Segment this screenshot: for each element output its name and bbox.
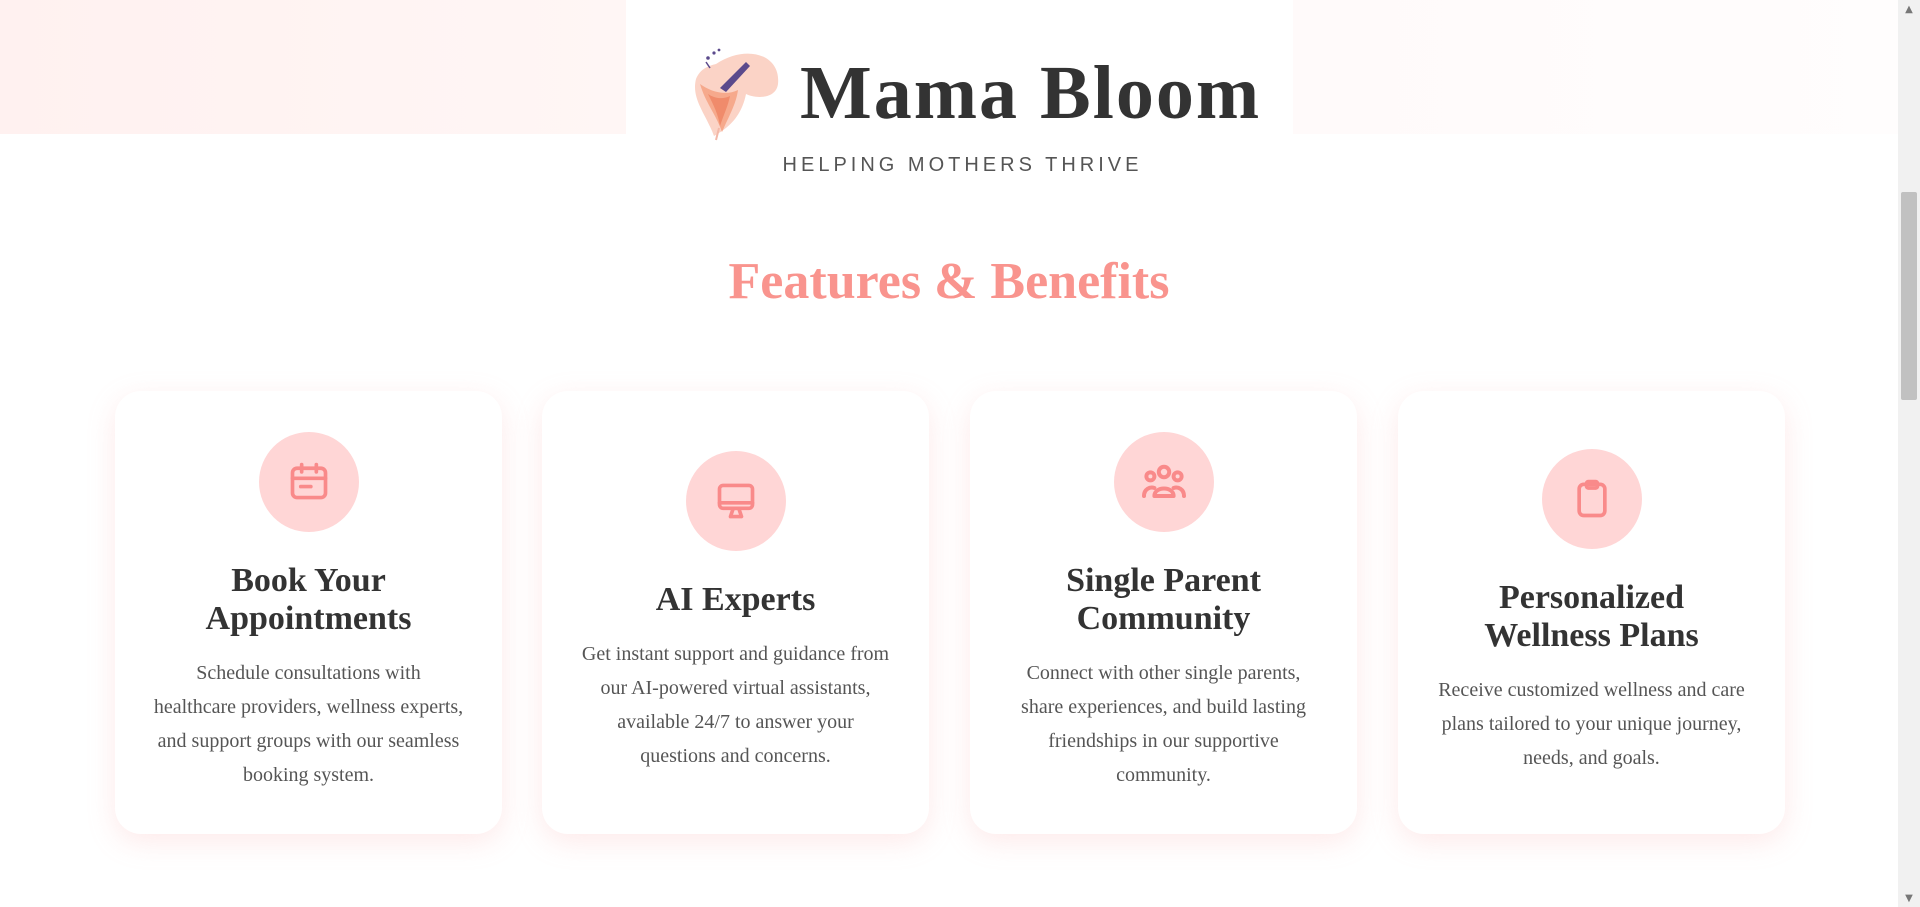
calendar-icon <box>258 432 359 532</box>
community-icon <box>1113 432 1214 532</box>
vertical-scrollbar[interactable]: ▲ ▼ <box>1898 0 1920 907</box>
brand-title[interactable]: Mama Bloom <box>800 48 1260 138</box>
feature-card-description: Schedule consultations with healthcare p… <box>153 662 464 786</box>
flower-logo[interactable] <box>686 44 782 144</box>
brand-tagline: HELPING MOTHERS THRIVE <box>782 154 1143 176</box>
clipboard-icon <box>1541 449 1642 549</box>
monitor-icon <box>685 451 786 551</box>
feature-card-title: Book Your Appointments <box>205 562 412 637</box>
scrollbar-thumb[interactable] <box>1901 192 1917 400</box>
features-grid: Book Your Appointments Schedule consulta… <box>115 391 1785 834</box>
feature-card-ai-experts[interactable]: AI Experts Get instant support and guida… <box>542 391 929 834</box>
header-band-right <box>1293 0 1898 134</box>
feature-card-description: Connect with other single parents, share… <box>1021 662 1306 786</box>
feature-card-description: Receive customized wellness and care pla… <box>1438 679 1745 769</box>
feature-card-description: Get instant support and guidance from ou… <box>581 643 890 767</box>
feature-card-community[interactable]: Single Parent Community Connect with oth… <box>970 391 1357 834</box>
header-band-left <box>0 0 626 134</box>
scroll-up-arrow-icon[interactable]: ▲ <box>1898 0 1920 18</box>
features-title: Features & Benefits <box>728 253 1170 310</box>
feature-card-title: Personalized Wellness Plans <box>1484 579 1699 654</box>
feature-card-title: Single Parent Community <box>1066 562 1261 637</box>
scroll-down-arrow-icon[interactable]: ▼ <box>1898 889 1920 907</box>
feature-card-wellness-plans[interactable]: Personalized Wellness Plans Receive cust… <box>1398 391 1785 834</box>
feature-card-appointments[interactable]: Book Your Appointments Schedule consulta… <box>115 391 502 834</box>
feature-card-title: AI Experts <box>655 581 816 618</box>
